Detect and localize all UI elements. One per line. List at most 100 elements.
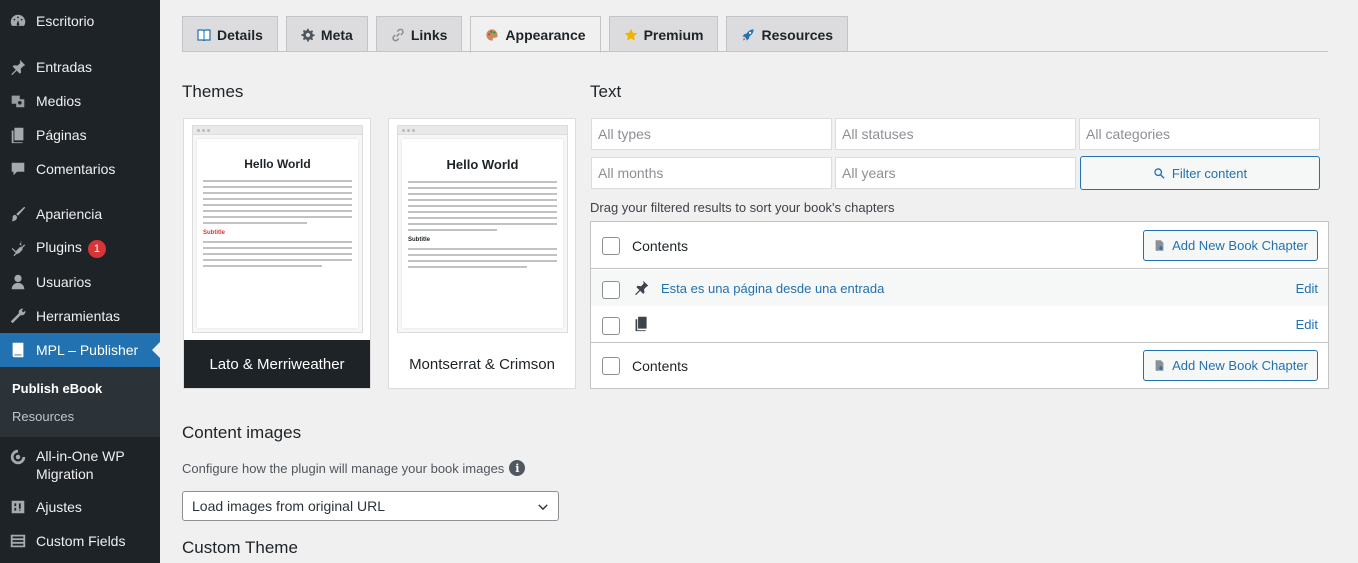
drag-hint: Drag your filtered results to sort your … <box>590 200 895 215</box>
sidebar-item-label: Custom Fields <box>36 533 126 549</box>
star-icon <box>624 28 638 42</box>
tab-links[interactable]: Links <box>375 16 463 52</box>
chapters-header-row: Contents Add New Book Chapter <box>591 222 1328 269</box>
sidebar-submenu: Publish eBook Resources <box>0 367 160 437</box>
sidebar-item-herramientas[interactable]: Herramientas <box>0 299 160 333</box>
sidebar-item-label: Páginas <box>36 127 87 143</box>
chapter-title-link[interactable]: Esta es una página desde una entrada <box>661 281 884 296</box>
migration-icon <box>0 447 36 466</box>
sidebar-item-comentarios[interactable]: Comentarios <box>0 152 160 186</box>
sidebar-item-label: Comentarios <box>36 161 116 177</box>
edit-link[interactable]: Edit <box>1296 281 1318 296</box>
pin-icon <box>0 58 36 76</box>
sidebar-item-label: Plugins 1 <box>36 238 160 258</box>
add-book-chapter-button[interactable]: Add New Book Chapter <box>1143 230 1318 261</box>
years-filter[interactable]: All years <box>835 157 1076 189</box>
months-filter[interactable]: All months <box>591 157 832 189</box>
tab-premium[interactable]: Premium <box>608 16 719 52</box>
tabs-divider <box>182 51 1328 52</box>
wrench-icon <box>0 307 36 325</box>
sidebar-item-ajustes[interactable]: Ajustes <box>0 490 160 524</box>
submenu-item-resources[interactable]: Resources <box>12 409 74 424</box>
statuses-filter[interactable]: All statuses <box>835 118 1076 150</box>
search-icon <box>1154 167 1165 179</box>
preview-title: Hello World <box>244 157 311 171</box>
chapters-footer-row: Contents Add New Book Chapter <box>591 342 1328 388</box>
sidebar-item-label: Herramientas <box>36 308 121 324</box>
chapter-row[interactable]: Edit <box>591 306 1328 342</box>
media-icon <box>0 92 36 110</box>
preview-subtitle: Subtitle <box>408 237 430 243</box>
theme-name: Lato & Merriweather <box>184 340 370 388</box>
add-book-chapter-button[interactable]: Add New Book Chapter <box>1143 350 1318 381</box>
comment-icon <box>0 160 36 178</box>
theme-name: Montserrat & Crimson <box>409 355 555 373</box>
page-icon <box>0 126 36 144</box>
page-add-icon <box>1155 240 1164 251</box>
sidebar-item-label: All-in-One WP Migration <box>36 448 125 482</box>
sidebar-item-mpl-publisher[interactable]: MPL – Publisher <box>0 333 160 367</box>
text-heading: Text <box>590 82 622 101</box>
pin-icon <box>633 279 650 296</box>
preview-title: Hello World <box>446 157 519 172</box>
image-handling-select[interactable]: Load images from original URL <box>182 491 559 521</box>
sidebar-item-plugins[interactable]: Plugins 1 <box>0 231 160 265</box>
content-images-heading: Content images <box>182 423 302 442</box>
plugin-icon <box>0 239 36 257</box>
sidebar-item-paginas[interactable]: Páginas <box>0 118 160 152</box>
select-all-checkbox[interactable] <box>602 357 620 375</box>
tab-appearance[interactable]: Appearance <box>470 16 601 53</box>
tab-resources[interactable]: Resources <box>726 16 849 52</box>
chapter-row[interactable]: Esta es una página desde una entrada Edi… <box>591 270 1328 306</box>
contents-label: Contents <box>632 358 689 374</box>
categories-filter[interactable]: All categories <box>1079 118 1320 150</box>
book-icon <box>0 341 36 359</box>
custom-fields-icon <box>0 532 36 550</box>
content-images-description: Configure how the plugin will manage you… <box>182 460 526 476</box>
book-open-icon <box>197 28 211 41</box>
sidebar-item-label: Ajustes <box>36 499 82 515</box>
theme-card-montserrat-crimson[interactable]: Hello World Subtitle Montserrat & Crimso… <box>388 118 576 389</box>
themes-heading: Themes <box>182 82 244 101</box>
filter-content-button[interactable]: Filter content <box>1080 156 1320 190</box>
pages-icon <box>633 315 650 332</box>
theme-preview: Hello World Subtitle <box>192 125 363 333</box>
sidebar-item-usuarios[interactable]: Usuarios <box>0 265 160 299</box>
theme-preview: Hello World Subtitle <box>397 125 568 333</box>
submenu-item-publish-ebook[interactable]: Publish eBook <box>12 381 102 396</box>
chapter-checkbox[interactable] <box>602 317 620 335</box>
sidebar-item-escritorio[interactable]: Escritorio <box>0 4 160 38</box>
sidebar-item-label: Medios <box>36 93 82 109</box>
sidebar-item-label: Entradas <box>36 59 93 75</box>
info-icon[interactable]: i <box>509 460 526 476</box>
sidebar-item-all-in-one-migration[interactable]: All-in-One WP Migration <box>0 447 160 483</box>
rocket-icon <box>741 28 755 42</box>
settings-icon <box>0 498 36 516</box>
sidebar-item-label: MPL – Publisher <box>36 342 139 358</box>
select-all-checkbox[interactable] <box>602 237 620 255</box>
sidebar-item-label: Apariencia <box>36 206 103 222</box>
link-icon <box>391 28 405 42</box>
palette-icon <box>485 28 499 42</box>
dashboard-icon <box>0 12 36 30</box>
settings-tabs: Details Meta Links Appearance Premium Re… <box>182 16 856 53</box>
gear-icon <box>301 28 315 42</box>
contents-label: Contents <box>632 238 689 254</box>
tab-details[interactable]: Details <box>182 16 278 52</box>
chevron-down-icon <box>538 504 548 511</box>
brush-icon <box>0 205 36 223</box>
chapters-list: Contents Add New Book Chapter Esta es un… <box>590 221 1329 389</box>
plugins-update-badge: 1 <box>87 240 106 258</box>
theme-card-lato-merriweather[interactable]: Hello World Subtitle Lato & Merriweather <box>183 118 371 389</box>
edit-link[interactable]: Edit <box>1296 317 1318 332</box>
sidebar-item-apariencia[interactable]: Apariencia <box>0 197 160 231</box>
preview-subtitle: Subtitle <box>203 230 225 236</box>
sidebar-item-entradas[interactable]: Entradas <box>0 50 160 84</box>
sidebar-item-medios[interactable]: Medios <box>0 84 160 118</box>
chapter-checkbox[interactable] <box>602 281 620 299</box>
page-add-icon <box>1155 360 1164 371</box>
sidebar-item-label: Usuarios <box>36 274 92 290</box>
tab-meta[interactable]: Meta <box>285 16 368 52</box>
sidebar-item-custom-fields[interactable]: Custom Fields <box>0 524 160 558</box>
types-filter[interactable]: All types <box>591 118 832 150</box>
